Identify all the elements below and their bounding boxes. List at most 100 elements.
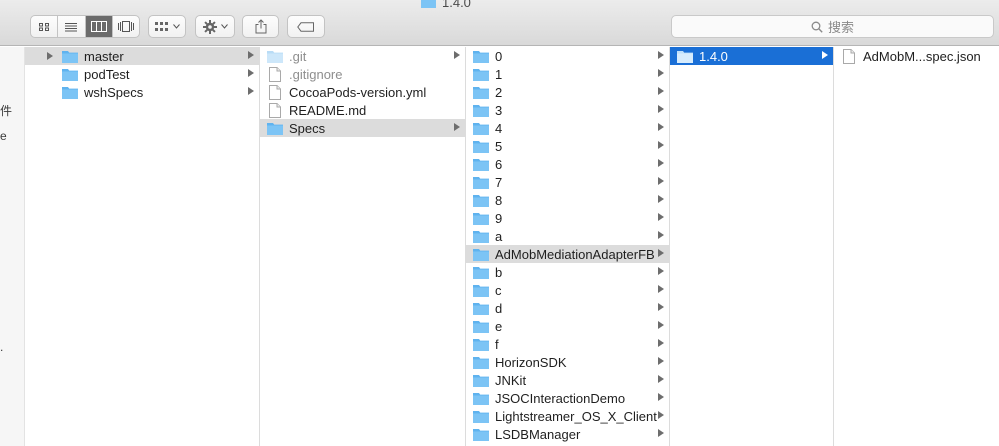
list-item[interactable]: JSOCInteractionDemo — [466, 389, 669, 407]
disclosure-triangle-icon[interactable] — [454, 51, 460, 59]
arrange-button[interactable] — [148, 15, 186, 38]
list-item-label: master — [84, 48, 124, 64]
list-item[interactable]: AdMobMediationAdapterFB — [466, 245, 669, 263]
disclosure-triangle-icon[interactable] — [658, 249, 664, 257]
disclosure-triangle-icon[interactable] — [658, 195, 664, 203]
disclosure-triangle-icon[interactable] — [658, 159, 664, 167]
list-item[interactable]: LSDBManager — [466, 425, 669, 443]
folder-icon-wrapper — [473, 140, 489, 153]
list-item-label: 1.4.0 — [699, 48, 728, 64]
disclosure-triangle-icon[interactable] — [658, 267, 664, 275]
browser-column: 1.4.0 — [670, 47, 834, 446]
folder-icon — [473, 212, 489, 225]
disclosure-triangle-icon[interactable] — [658, 285, 664, 293]
list-item[interactable]: d — [466, 299, 669, 317]
folder-icon-wrapper — [473, 50, 489, 63]
disclosure-triangle-icon[interactable] — [658, 105, 664, 113]
disclosure-triangle-icon[interactable] — [822, 51, 828, 59]
tag-button[interactable] — [287, 15, 325, 38]
disclosure-triangle-icon[interactable] — [658, 303, 664, 311]
disclosure-triangle-icon[interactable] — [658, 87, 664, 95]
list-item[interactable]: CocoaPods-version.yml — [260, 83, 465, 101]
list-view-icon — [65, 22, 78, 31]
list-item-label: .git — [289, 48, 307, 64]
action-button[interactable] — [195, 15, 235, 38]
list-item[interactable]: 1 — [466, 65, 669, 83]
disclosure-triangle-icon[interactable] — [658, 123, 664, 131]
folder-icon — [473, 176, 489, 189]
disclosure-triangle-icon[interactable] — [658, 177, 664, 185]
folder-icon — [473, 374, 489, 387]
icon-view-button[interactable] — [31, 16, 59, 37]
folder-icon-wrapper — [473, 194, 489, 207]
folder-icon-wrapper — [473, 248, 489, 261]
sidebar: 件 e . — [0, 47, 25, 446]
disclosure-triangle-icon[interactable] — [658, 231, 664, 239]
list-item[interactable]: master — [55, 47, 259, 65]
list-item[interactable]: 7 — [466, 173, 669, 191]
disclosure-triangle-icon[interactable] — [248, 87, 254, 95]
list-item[interactable]: 3 — [466, 101, 669, 119]
list-item[interactable]: README.md — [260, 101, 465, 119]
folder-icon-wrapper — [267, 122, 283, 135]
column-view-button[interactable] — [85, 16, 113, 37]
list-item[interactable]: 4 — [466, 119, 669, 137]
list-item[interactable]: 5 — [466, 137, 669, 155]
disclosure-triangle-icon[interactable] — [248, 69, 254, 77]
list-item[interactable]: 2 — [466, 83, 669, 101]
disclosure-triangle-icon[interactable] — [658, 141, 664, 149]
view-mode-segmented-control[interactable] — [30, 15, 140, 38]
list-item-label: 5 — [495, 138, 503, 154]
disclosure-triangle-icon[interactable] — [658, 393, 664, 401]
list-item[interactable]: 0 — [466, 47, 669, 65]
disclosure-triangle-icon[interactable] — [658, 339, 664, 347]
list-item[interactable]: 6 — [466, 155, 669, 173]
folder-icon-wrapper — [473, 428, 489, 441]
disclosure-triangle-icon[interactable] — [658, 411, 664, 419]
list-item-label: 7 — [495, 174, 503, 190]
list-item-label: 6 — [495, 156, 503, 172]
list-item[interactable]: JNKit — [466, 371, 669, 389]
share-button[interactable] — [242, 15, 279, 38]
gear-icon — [202, 19, 217, 34]
disclosure-triangle-icon[interactable] — [658, 321, 664, 329]
folder-icon-wrapper — [473, 320, 489, 333]
list-item[interactable]: wshSpecs — [55, 83, 259, 101]
disclosure-triangle-icon[interactable] — [658, 429, 664, 437]
disclosure-triangle-icon[interactable] — [248, 51, 254, 59]
list-item[interactable]: .gitignore — [260, 65, 465, 83]
disclosure-triangle-icon — [47, 52, 53, 60]
browser-column: master podTest wshSpecs — [55, 47, 260, 446]
list-item[interactable]: podTest — [55, 65, 259, 83]
list-view-button[interactable] — [58, 16, 86, 37]
search-field[interactable]: 搜索 — [671, 15, 994, 38]
folder-icon-wrapper — [473, 392, 489, 405]
list-item[interactable]: Lightstreamer_OS_X_Client — [466, 407, 669, 425]
list-item-label: e — [495, 318, 503, 334]
list-item[interactable]: f — [466, 335, 669, 353]
list-item[interactable]: .git — [260, 47, 465, 65]
list-item[interactable]: c — [466, 281, 669, 299]
list-item[interactable]: 8 — [466, 191, 669, 209]
list-item[interactable]: 9 — [466, 209, 669, 227]
list-item[interactable]: e — [466, 317, 669, 335]
list-item[interactable]: b — [466, 263, 669, 281]
disclosure-triangle-icon[interactable] — [658, 69, 664, 77]
disclosure-triangle-icon[interactable] — [658, 375, 664, 383]
folder-icon-wrapper — [62, 86, 78, 99]
selection-extension — [25, 47, 55, 65]
list-item[interactable]: a — [466, 227, 669, 245]
folder-icon — [473, 50, 489, 63]
list-item[interactable]: Specs — [260, 119, 465, 137]
list-item[interactable]: HorizonSDK — [466, 353, 669, 371]
list-item-label: b — [495, 264, 503, 280]
disclosure-triangle-icon[interactable] — [454, 123, 460, 131]
disclosure-triangle-icon[interactable] — [658, 51, 664, 59]
disclosure-triangle-icon[interactable] — [658, 213, 664, 221]
cover-flow-button[interactable] — [113, 16, 139, 37]
list-item[interactable]: AdMobM...spec.json — [834, 47, 999, 65]
folder-icon-wrapper — [473, 176, 489, 189]
disclosure-triangle-icon[interactable] — [658, 357, 664, 365]
folder-icon-wrapper — [473, 266, 489, 279]
list-item[interactable]: 1.4.0 — [670, 47, 833, 65]
